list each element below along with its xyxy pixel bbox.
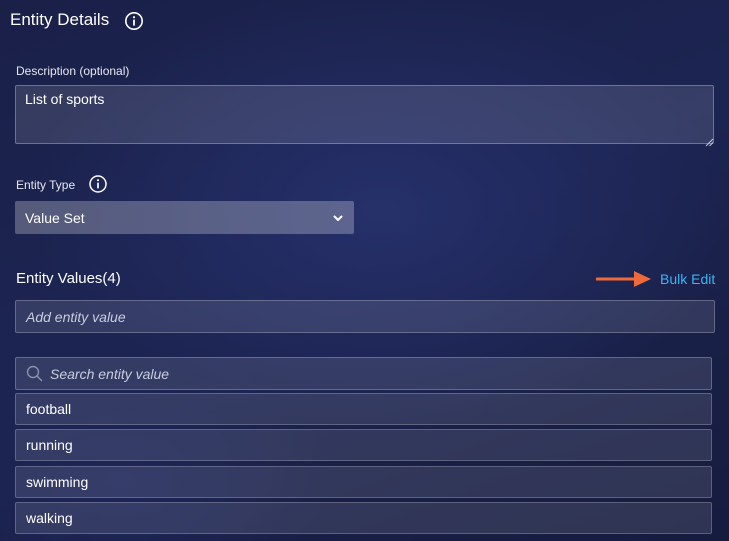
page-title: Entity Details xyxy=(10,10,110,29)
entity-value-label: running xyxy=(26,437,73,453)
entity-value-item[interactable]: football xyxy=(15,393,712,425)
search-entity-value-placeholder: Search entity value xyxy=(50,365,170,382)
arrow-right-icon xyxy=(595,269,652,294)
entity-value-label: walking xyxy=(26,510,73,526)
description-field-wrapper: List of sports xyxy=(15,85,714,147)
search-entity-value-input[interactable]: Search entity value xyxy=(15,357,712,390)
description-label: Description (optional) xyxy=(16,64,130,78)
entity-value-item[interactable]: swimming xyxy=(15,466,712,498)
entity-value-label: swimming xyxy=(26,474,89,490)
entity-value-item[interactable]: walking xyxy=(15,502,712,534)
entity-type-selected-value: Value Set xyxy=(25,209,85,226)
add-entity-value-placeholder: Add entity value xyxy=(26,308,126,325)
bulk-edit-link[interactable]: Bulk Edit xyxy=(660,270,715,288)
resize-grip-icon[interactable] xyxy=(704,134,714,147)
entity-value-item[interactable]: running xyxy=(15,429,712,461)
entity-type-label: Entity Type xyxy=(16,178,76,192)
entity-value-label: football xyxy=(26,401,72,417)
chevron-down-icon xyxy=(332,212,344,224)
info-icon[interactable] xyxy=(124,11,144,31)
entity-type-select[interactable]: Value Set xyxy=(15,201,354,234)
entity-values-header: Entity Values(4) xyxy=(16,270,121,287)
search-icon xyxy=(26,365,43,382)
add-entity-value-input[interactable]: Add entity value xyxy=(15,300,715,333)
description-field[interactable]: List of sports xyxy=(15,85,714,144)
info-icon[interactable] xyxy=(88,174,108,194)
